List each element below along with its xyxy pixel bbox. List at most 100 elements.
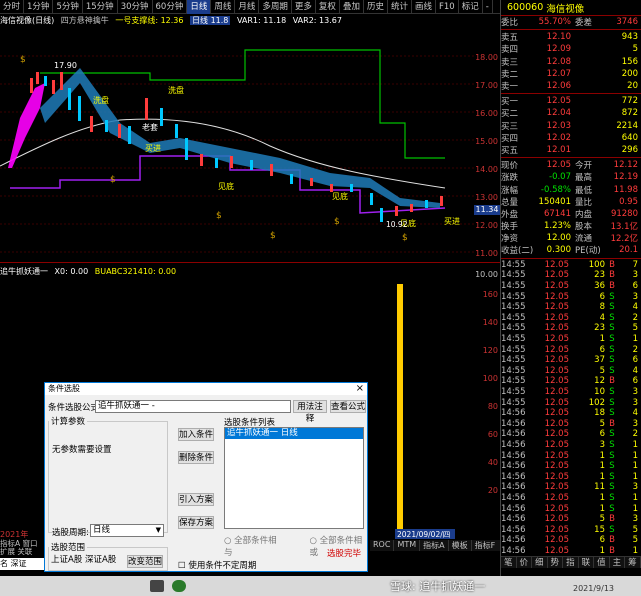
- tick-row: 14:56 12.05 1 S 1: [501, 471, 641, 482]
- order-label: 买一: [501, 97, 519, 108]
- sell-order-row[interactable]: 卖五 12.10 943: [501, 31, 641, 43]
- btn-mark[interactable]: 标记: [459, 0, 483, 14]
- indicator-tick: 60: [487, 430, 498, 439]
- btn-minimize[interactable]: -: [483, 0, 493, 14]
- tick-count: 5: [632, 323, 638, 334]
- quote-value: 12.00: [546, 233, 571, 244]
- tab-1min[interactable]: 1分钟: [24, 0, 54, 14]
- tab-mtm[interactable]: MTM: [394, 540, 421, 551]
- order-price: 12.07: [546, 68, 571, 79]
- indicator-tick: 20: [487, 486, 498, 495]
- tick-count: 1: [632, 461, 638, 472]
- buy-order-row[interactable]: 买一 12.05 772: [501, 95, 641, 107]
- tab-month[interactable]: 月线: [235, 0, 260, 14]
- period-toolbar: 分时 1分钟 5分钟 15分钟 30分钟 60分钟 日线 周线 月线 多周期 更…: [0, 0, 500, 14]
- tick-time: 14:56: [501, 418, 526, 429]
- order-label: 卖五: [501, 33, 519, 44]
- panel-tab[interactable]: 联: [579, 556, 595, 569]
- sell-order-row[interactable]: 卖三 12.08 156: [501, 56, 641, 68]
- buy-order-row[interactable]: 买三 12.03 2214: [501, 120, 641, 132]
- tick-list[interactable]: 14:55 12.05 100 B 7 14:55 12.05 23 B 3 1…: [501, 260, 641, 567]
- price-tick: 15.00: [475, 137, 498, 146]
- tab-day[interactable]: 日线: [187, 0, 212, 14]
- panel-tab[interactable]: 价: [517, 556, 533, 569]
- delete-condition-button[interactable]: 删除条件: [178, 451, 214, 464]
- panel-tab[interactable]: 指: [563, 556, 579, 569]
- formula-note-button[interactable]: 用法注释: [293, 400, 327, 424]
- view-formula-button[interactable]: 查看公式: [330, 400, 366, 413]
- tab-60min[interactable]: 60分钟: [153, 0, 188, 14]
- use-period-checkbox[interactable]: ☐ 使用条件不定周期: [178, 559, 256, 571]
- btn-draw[interactable]: 画线: [412, 0, 436, 14]
- buy-order-row[interactable]: 买五 12.01 296: [501, 144, 641, 156]
- tab-multi-period[interactable]: 多周期: [259, 0, 292, 14]
- tick-count: 4: [632, 365, 638, 376]
- tab-template[interactable]: 模板: [449, 540, 472, 551]
- tick-price: 12.05: [544, 344, 569, 355]
- btn-overlay[interactable]: 叠加: [340, 0, 364, 14]
- panel-tab[interactable]: 细: [532, 556, 548, 569]
- period-select[interactable]: 日线 ▼: [90, 524, 164, 537]
- quote-label: 最高: [575, 173, 593, 184]
- formula-select[interactable]: 追牛抓妖通一 -: [95, 400, 291, 413]
- tab-indicator-a[interactable]: 指标A: [420, 540, 449, 551]
- stub-c[interactable]: 扩展: [0, 547, 15, 556]
- btn-history[interactable]: 历史: [364, 0, 388, 14]
- wechat-icon[interactable]: [172, 580, 186, 592]
- quote-value: 12.05: [546, 160, 571, 171]
- tick-time: 14:55: [501, 334, 526, 345]
- sell-order-row[interactable]: 卖一 12.06 20: [501, 80, 641, 92]
- tick-count: 3: [632, 418, 638, 429]
- radio-and[interactable]: ○ 全部条件相与: [224, 534, 282, 558]
- tab-roc[interactable]: ROC: [370, 540, 395, 551]
- change-range-button[interactable]: 改变范围: [127, 555, 163, 568]
- tick-time: 14:55: [501, 281, 526, 292]
- tab-week[interactable]: 周线: [211, 0, 236, 14]
- panel-tab[interactable]: 主: [610, 556, 626, 569]
- btn-stats[interactable]: 统计: [388, 0, 412, 14]
- condition-list-item[interactable]: 追牛抓妖通一 日线: [225, 428, 363, 439]
- panel-tab[interactable]: 值: [594, 556, 610, 569]
- save-scheme-button[interactable]: 保存方案: [178, 516, 214, 529]
- tick-price: 12.05: [544, 281, 569, 292]
- range-legend: 选股范围: [51, 543, 86, 553]
- tick-row: 14:55 12.05 36 B 6: [501, 281, 641, 292]
- add-condition-button[interactable]: 加入条件: [178, 428, 214, 441]
- btn-f10[interactable]: F10: [436, 0, 459, 14]
- sell-order-row[interactable]: 卖二 12.07 200: [501, 68, 641, 80]
- quote-row: 涨跌 -0.07 最高 12.19: [501, 171, 641, 183]
- panel-tab[interactable]: 笔: [501, 556, 517, 569]
- tick-row: 14:55 12.05 6 S 2: [501, 344, 641, 355]
- tick-volume: 1: [599, 450, 605, 461]
- order-label: 卖一: [501, 82, 519, 93]
- index-stub: 名 深证 1470: [0, 558, 44, 578]
- stub-d[interactable]: 关联: [17, 547, 32, 556]
- moneybag-icon: $: [402, 233, 408, 243]
- chevron-down-icon[interactable]: ▼: [156, 525, 161, 536]
- tab-minute[interactable]: 分时: [0, 0, 25, 14]
- panel-tab[interactable]: 势: [548, 556, 564, 569]
- tab-5min[interactable]: 5分钟: [53, 0, 83, 14]
- tab-15min[interactable]: 15分钟: [83, 0, 118, 14]
- close-icon[interactable]: ×: [356, 383, 364, 394]
- panel-tab[interactable]: 筹: [625, 556, 641, 569]
- btn-fuquan[interactable]: 复权: [316, 0, 340, 14]
- app-icon[interactable]: [150, 580, 164, 592]
- tab-more[interactable]: 更多: [292, 0, 316, 14]
- condition-list[interactable]: 追牛抓妖通一 日线: [224, 427, 364, 529]
- quote-value: 13.1亿: [610, 222, 638, 233]
- sell-orders: 卖五 12.10 943 卖四 12.09 5 卖三 12.08 156 卖二 …: [501, 31, 641, 92]
- sell-order-row[interactable]: 卖四 12.09 5: [501, 43, 641, 55]
- indicator-extra: BUABC321410: 0.00: [94, 267, 177, 276]
- import-scheme-button[interactable]: 引入方案: [178, 493, 214, 506]
- tab-30min[interactable]: 30分钟: [118, 0, 153, 14]
- tick-side: S: [609, 365, 615, 376]
- tick-price: 12.05: [544, 482, 569, 493]
- buy-order-row[interactable]: 买四 12.02 640: [501, 132, 641, 144]
- tab-indicator-f[interactable]: 指标F: [472, 540, 499, 551]
- buy-order-row[interactable]: 买二 12.04 872: [501, 107, 641, 119]
- weicha-label: 委差: [575, 18, 593, 29]
- panel-tabs: 笔价细势指联值主筹: [501, 555, 641, 569]
- var1-value: VAR1: 11.18: [236, 16, 287, 25]
- support-line-value: 一号支撑线: 12.36: [115, 16, 184, 25]
